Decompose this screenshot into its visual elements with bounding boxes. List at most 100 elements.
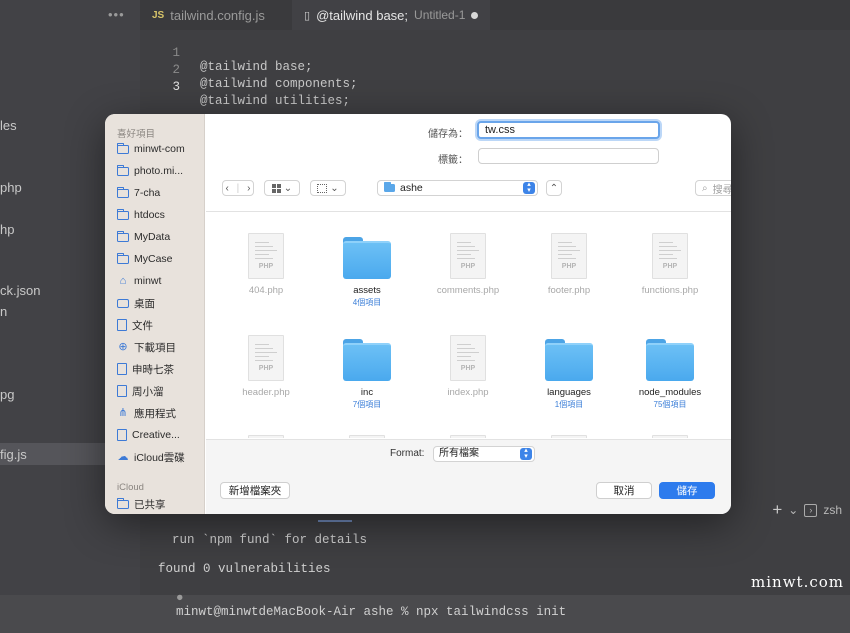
sidebar-item[interactable]: ⋔ 應用程式 — [117, 403, 203, 423]
location-select[interactable]: ashe ▴ ▾ — [377, 180, 538, 196]
terminal-line: run `npm fund` for details — [172, 533, 368, 547]
folder-icon — [343, 237, 391, 279]
new-folder-button[interactable]: 新增檔案夾 — [220, 482, 290, 499]
file-item[interactable]: PHP 404.php — [216, 233, 316, 296]
document-icon — [117, 363, 127, 375]
sidebar-item-label: Creative... — [132, 429, 180, 441]
line-text: @tailwind utilities; — [200, 94, 351, 108]
sidebar-item[interactable]: Creative... — [117, 425, 203, 445]
code-line: 3 @tailwind utilities; — [140, 66, 350, 108]
terminal-tab-underline — [318, 520, 352, 522]
icon-view-icon — [271, 183, 281, 193]
php-file-icon: PHP — [248, 233, 284, 279]
sidebar-item-label: 周小溜 — [132, 385, 164, 398]
folder-item[interactable]: node_modules 75個項目 — [620, 335, 720, 410]
tab-tailwind-config[interactable]: JS tailwind.config.js — [152, 0, 265, 30]
explorer-item[interactable]: php — [0, 180, 22, 195]
back-icon[interactable]: ‹ — [225, 183, 228, 194]
format-select[interactable]: 所有檔案 ▴ ▾ — [433, 446, 535, 462]
prompt-dot-icon: ● — [176, 591, 184, 605]
save-dialog: 喜好項目 minwt-com photo.mi... 7-cha htdocs MyDa… — [105, 114, 731, 514]
sidebar-item[interactable]: 周小溜 — [117, 381, 203, 401]
search-placeholder: 搜尋 — [712, 184, 731, 196]
chevron-down-icon[interactable]: ⌄ — [788, 503, 798, 517]
document-icon — [117, 319, 127, 331]
sidebar-item[interactable]: 7-cha — [117, 183, 203, 203]
folder-icon — [383, 182, 395, 192]
editor-tab-bar: JS tailwind.config.js ▯ @tailwind base; … — [140, 0, 850, 30]
file-name: header.php — [242, 387, 290, 398]
file-item[interactable]: PHP index.php — [418, 335, 518, 398]
sidebar-item-shared[interactable]: 已共享 — [117, 494, 203, 514]
file-item[interactable]: PHP header.php — [216, 335, 316, 398]
desktop-icon — [117, 298, 129, 308]
download-icon: ⊕ — [118, 341, 128, 353]
file-icon: ▯ — [304, 9, 311, 22]
sidebar-item[interactable]: 文件 — [117, 315, 203, 335]
document-icon — [117, 429, 127, 441]
favorites-header: 喜好項目 — [117, 129, 156, 140]
more-actions-icon[interactable]: ••• — [108, 7, 125, 22]
back-forward-buttons[interactable]: ‹ | › — [222, 180, 254, 196]
folder-item-count: 4個項目 — [352, 298, 382, 307]
file-name: 404.php — [248, 285, 284, 296]
group-button[interactable]: ⌄ — [310, 180, 346, 196]
search-input[interactable]: ⌕ 搜尋 — [695, 180, 731, 196]
select-stepper-icon: ▴ ▾ — [523, 181, 535, 194]
folder-item[interactable]: assets 4個項目 — [317, 233, 417, 308]
folder-icon — [545, 339, 593, 381]
folder-item-count: 7個項目 — [352, 400, 382, 409]
file-item[interactable]: PHP functions.php — [620, 233, 720, 296]
folder-icon — [117, 142, 129, 154]
sidebar-item[interactable]: minwt-com — [117, 139, 203, 159]
sidebar-item[interactable]: MyCase — [117, 249, 203, 269]
tags-input[interactable] — [478, 148, 659, 164]
line-number: 3 — [172, 80, 180, 94]
file-icon — [450, 435, 486, 438]
folder-item-count: 75個項目 — [653, 400, 687, 409]
sidebar-item[interactable]: htdocs — [117, 205, 203, 225]
expand-toggle-button[interactable]: ⌃ — [546, 180, 562, 196]
explorer-item[interactable]: ck.json — [0, 283, 40, 298]
cancel-button[interactable]: 取消 — [596, 482, 652, 499]
format-bar: Format: 所有檔案 ▴ ▾ — [206, 439, 731, 467]
new-terminal-icon[interactable]: + — [772, 500, 782, 520]
file-item[interactable]: PHP footer.php — [519, 233, 619, 296]
sidebar-item[interactable]: ⌂ minwt — [117, 271, 203, 291]
folder-item[interactable]: inc 7個項目 — [317, 335, 417, 410]
explorer-item[interactable]: n — [0, 304, 7, 319]
explorer-item[interactable]: hp — [0, 222, 14, 237]
terminal-icon: › — [804, 503, 818, 517]
explorer-item[interactable]: les — [0, 118, 17, 133]
file-icon — [652, 435, 688, 438]
watermark: minwt.com — [751, 573, 844, 591]
php-file-icon: PHP — [450, 335, 486, 381]
sidebar-item[interactable]: ⊕ 下載項目 — [117, 337, 203, 357]
file-item[interactable]: PHP comments.php — [418, 233, 518, 296]
sidebar-item[interactable]: ☁ iCloud雲碟 — [117, 447, 203, 467]
sidebar-item[interactable]: photo.mi... — [117, 161, 203, 181]
explorer-item[interactable]: pg — [0, 387, 14, 402]
sidebar-item-label: MyData — [134, 231, 171, 243]
sidebar-item[interactable]: 申時七茶 — [117, 359, 203, 379]
view-mode-button[interactable]: ⌄ — [264, 180, 300, 196]
folder-item[interactable]: languages 1個項目 — [519, 335, 619, 410]
explorer-item[interactable]: fig.js — [0, 447, 27, 462]
file-name: footer.php — [547, 285, 591, 296]
sidebar-item[interactable]: 桌面 — [117, 293, 203, 313]
sidebar-item[interactable]: MyData — [117, 227, 203, 247]
code-line: 1 @tailwind base; — [140, 32, 312, 74]
location-label: ashe — [400, 182, 423, 194]
forward-icon[interactable]: › — [247, 183, 250, 194]
terminal-shell-label[interactable]: zsh — [823, 503, 842, 517]
file-icon — [349, 435, 385, 438]
unsaved-dot-icon[interactable] — [471, 11, 479, 19]
save-button[interactable]: 儲存 — [659, 482, 715, 499]
shared-folder-icon — [117, 497, 129, 509]
save-as-input[interactable]: tw.css — [477, 121, 660, 139]
folder-icon — [117, 164, 129, 176]
tab-sublabel: Untitled-1 — [414, 8, 466, 22]
sidebar-item-label: 已共享 — [134, 498, 166, 511]
tab-untitled-1[interactable]: ▯ @tailwind base; Untitled-1 — [292, 0, 491, 30]
file-name: functions.php — [641, 285, 699, 296]
